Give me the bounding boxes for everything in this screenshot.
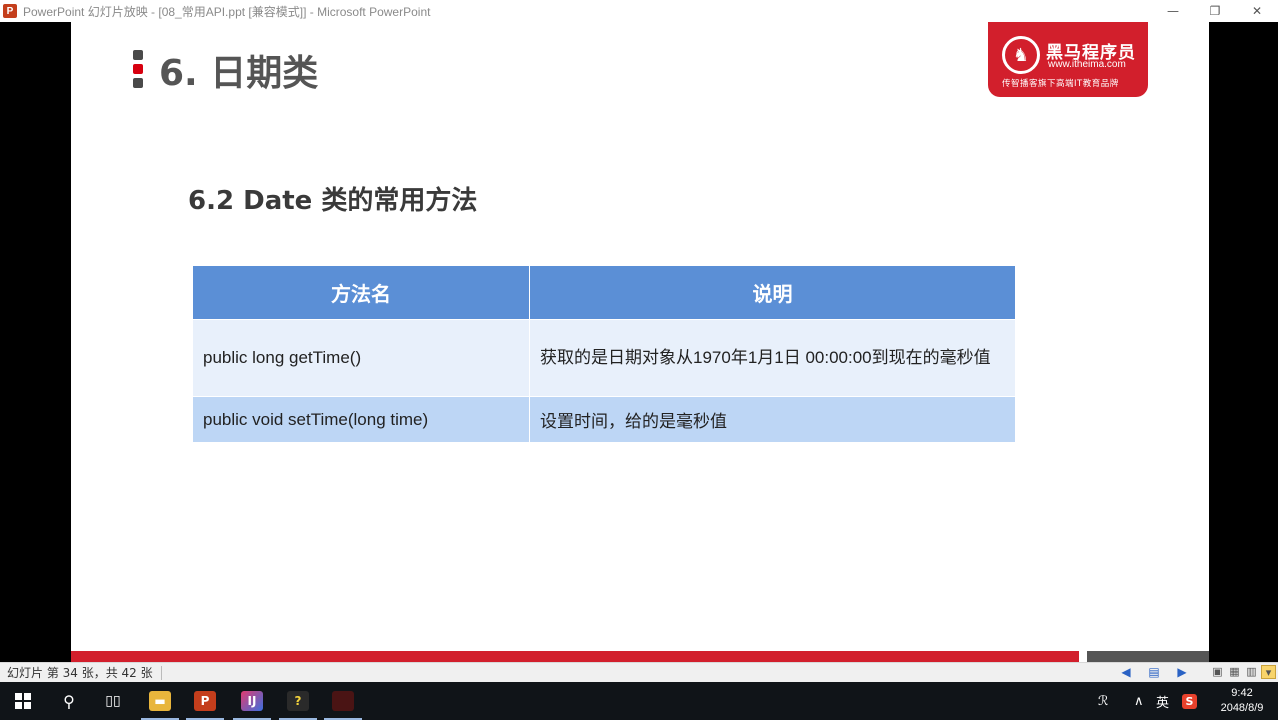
taskbar-help[interactable]: ? — [275, 682, 321, 720]
slide-count: 幻灯片 第 34 张，共 42 张 — [7, 666, 153, 680]
taskbar-app[interactable] — [320, 682, 366, 720]
method-cell: public void setTime(long time) — [192, 396, 530, 443]
slide-sorter-view-icon[interactable]: ▦ — [1227, 665, 1242, 679]
show-hidden-icons-icon[interactable]: ∧ — [1134, 682, 1144, 720]
description-cell: 设置时间，给的是毫秒值 — [529, 396, 1016, 443]
slideshow-view-icon[interactable]: ▾ — [1261, 665, 1276, 679]
title-marker-icon — [133, 50, 143, 88]
status-bar: 幻灯片 第 34 张，共 42 张 ◀ ▤ ▶ ▣ ▦ ▥ ▾ — [0, 662, 1278, 682]
powerpoint-icon: P — [3, 4, 17, 18]
start-icon — [15, 693, 31, 709]
slide-navigation: ◀ ▤ ▶ — [1116, 665, 1192, 679]
slide-subtitle: 6.2 Date 类的常用方法 — [188, 186, 478, 216]
restore-button[interactable]: ❐ — [1194, 0, 1236, 22]
search-icon: ⚲ — [63, 691, 75, 711]
ime-indicator[interactable]: 英 — [1156, 682, 1169, 720]
file-explorer-icon: ▬ — [149, 691, 171, 711]
previous-slide-icon[interactable]: ◀ — [1116, 665, 1136, 679]
methods-table: 方法名 说明 public long getTime() 获取的是日期对象从19… — [192, 265, 1016, 443]
slideshow-margin-right — [1209, 22, 1278, 662]
taskbar-clock[interactable]: 9:42 2048/8/9 — [1212, 686, 1272, 716]
slide-title: 6. 日期类 — [159, 53, 319, 94]
table-row: public void setTime(long time) 设置时间，给的是毫… — [192, 396, 1016, 443]
taskbar: ⚲ ▯▯ ▬ P IJ ? ℛ ∧ 英 S 9:42 2048/8/9 — [0, 682, 1278, 720]
brand-logo: ♞ 黑马程序员 www.itheima.com 传智播客旗下高端IT教育品牌 — [988, 22, 1148, 97]
footer-red-bar — [71, 651, 1079, 662]
close-button[interactable]: ✕ — [1236, 0, 1278, 22]
task-view-icon: ▯▯ — [105, 693, 121, 709]
method-cell: public long getTime() — [192, 319, 530, 397]
table-header-row: 方法名 说明 — [192, 265, 1016, 320]
powerpoint-icon: P — [194, 691, 216, 711]
minimize-button[interactable]: — — [1152, 0, 1194, 22]
view-buttons: ▣ ▦ ▥ ▾ — [1210, 665, 1276, 679]
normal-view-icon[interactable]: ▣ — [1210, 665, 1225, 679]
logo-url: www.itheima.com — [1048, 59, 1126, 70]
slideshow-margin-left — [0, 22, 71, 662]
slide[interactable]: 6. 日期类 ♞ 黑马程序员 www.itheima.com 传智播客旗下高端I… — [71, 22, 1209, 662]
window-title: PowerPoint 幻灯片放映 - [08_常用API.ppt [兼容模式]]… — [23, 4, 431, 19]
app-icon — [332, 691, 354, 711]
column-header-description: 说明 — [529, 265, 1016, 320]
clock-time: 9:42 — [1231, 687, 1253, 699]
column-header-method: 方法名 — [192, 265, 530, 320]
table-row: public long getTime() 获取的是日期对象从1970年1月1日… — [192, 319, 1016, 397]
taskbar-intellij[interactable]: IJ — [229, 682, 275, 720]
next-slide-icon[interactable]: ▶ — [1172, 665, 1192, 679]
logo-slogan: 传智播客旗下高端IT教育品牌 — [1002, 79, 1119, 89]
help-icon: ? — [287, 691, 309, 711]
description-cell: 获取的是日期对象从1970年1月1日 00:00:00到现在的毫秒值 — [529, 319, 1016, 397]
clock-date: 2048/8/9 — [1220, 702, 1264, 714]
task-view-button[interactable]: ▯▯ — [90, 682, 136, 720]
status-divider — [160, 665, 162, 680]
taskbar-file-explorer[interactable]: ▬ — [137, 682, 183, 720]
window-controls: — ❐ ✕ — [1152, 0, 1278, 22]
slide-menu-icon[interactable]: ▤ — [1144, 665, 1164, 679]
horse-logo-icon: ♞ — [1002, 36, 1040, 74]
people-icon[interactable]: ℛ — [1098, 682, 1108, 720]
search-button[interactable]: ⚲ — [46, 682, 92, 720]
window-titlebar: P PowerPoint 幻灯片放映 - [08_常用API.ppt [兼容模式… — [0, 0, 1278, 22]
reading-view-icon[interactable]: ▥ — [1244, 665, 1259, 679]
intellij-icon: IJ — [241, 691, 263, 711]
footer-gray-bar — [1087, 651, 1209, 662]
start-button[interactable] — [0, 682, 46, 720]
taskbar-powerpoint[interactable]: P — [182, 682, 228, 720]
sogou-input-icon[interactable]: S — [1182, 682, 1197, 720]
